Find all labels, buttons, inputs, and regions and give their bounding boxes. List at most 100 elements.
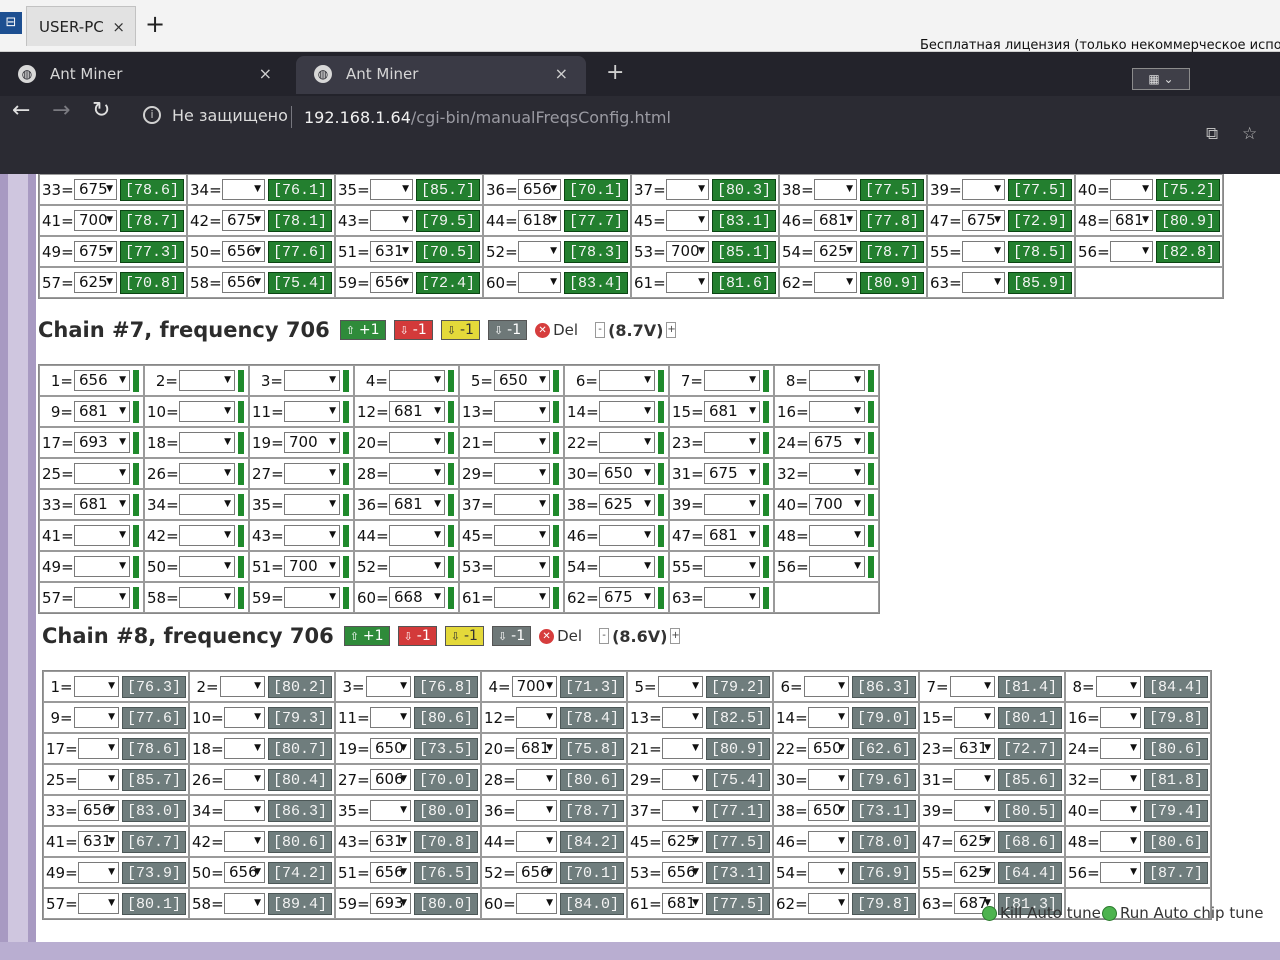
chip-frequency-select[interactable]: 675: [74, 179, 117, 200]
chain-7-voltage-increase[interactable]: +: [666, 322, 677, 338]
chip-frequency-select[interactable]: [1100, 862, 1141, 883]
chip-frequency-select[interactable]: 656: [516, 862, 557, 883]
chip-frequency-select[interactable]: [78, 893, 119, 914]
chip-frequency-select[interactable]: 675: [222, 210, 265, 231]
chip-frequency-select[interactable]: 656: [222, 272, 265, 293]
chain-7-delete-button[interactable]: ✕ Del: [535, 321, 578, 339]
chip-frequency-select[interactable]: 700: [74, 210, 117, 231]
tab-2-close-icon[interactable]: ×: [555, 56, 568, 92]
chip-frequency-select[interactable]: 650: [494, 370, 550, 391]
translate-icon[interactable]: ⧉: [1206, 124, 1218, 144]
chip-frequency-select[interactable]: 656: [224, 862, 265, 883]
chip-frequency-select[interactable]: [809, 463, 865, 484]
chip-frequency-select[interactable]: [179, 432, 235, 453]
chip-frequency-select[interactable]: [494, 463, 550, 484]
chip-frequency-select[interactable]: [666, 272, 709, 293]
chip-frequency-select[interactable]: [704, 587, 760, 608]
chip-frequency-select[interactable]: 606: [370, 769, 411, 790]
chip-frequency-select[interactable]: [599, 370, 655, 391]
chip-frequency-select[interactable]: 681: [389, 494, 445, 515]
chip-frequency-select[interactable]: 681: [74, 494, 130, 515]
chip-frequency-select[interactable]: 681: [389, 401, 445, 422]
chip-frequency-select[interactable]: [516, 707, 557, 728]
chain-8-yellow-down-button[interactable]: ⇩ -1: [444, 626, 484, 646]
chip-frequency-select[interactable]: [704, 370, 760, 391]
chain-7-up-button[interactable]: ⇧ +1: [339, 320, 386, 340]
chip-frequency-select[interactable]: 681: [704, 525, 760, 546]
chip-frequency-select[interactable]: 693: [370, 893, 411, 914]
chip-frequency-select[interactable]: [516, 800, 557, 821]
chip-frequency-select[interactable]: [179, 370, 235, 391]
chip-frequency-select[interactable]: [284, 463, 340, 484]
chain-8-down-button[interactable]: ⇩ -1: [397, 626, 437, 646]
remote-session-tab[interactable]: USER-PC ×: [26, 6, 136, 46]
chip-frequency-select[interactable]: [962, 179, 1005, 200]
chip-frequency-select[interactable]: 625: [954, 862, 995, 883]
chip-frequency-select[interactable]: [809, 401, 865, 422]
chip-frequency-select[interactable]: 625: [662, 831, 703, 852]
chip-frequency-select[interactable]: [284, 370, 340, 391]
chip-frequency-select[interactable]: [219, 676, 265, 697]
chip-frequency-select[interactable]: [809, 370, 865, 391]
chip-frequency-select[interactable]: [518, 241, 561, 262]
chip-frequency-select[interactable]: 700: [511, 676, 557, 697]
chip-frequency-select[interactable]: 681: [74, 401, 130, 422]
reload-icon[interactable]: ↻: [92, 98, 110, 123]
chip-frequency-select[interactable]: 675: [704, 463, 760, 484]
star-icon[interactable]: ☆: [1242, 124, 1257, 144]
chip-frequency-select[interactable]: [179, 587, 235, 608]
chip-frequency-select[interactable]: 618: [518, 210, 561, 231]
chip-frequency-select[interactable]: [516, 769, 557, 790]
chip-frequency-select[interactable]: [809, 525, 865, 546]
chip-frequency-select[interactable]: [516, 831, 557, 852]
chip-frequency-select[interactable]: [224, 707, 265, 728]
chip-frequency-select[interactable]: 700: [284, 556, 340, 577]
chip-frequency-select[interactable]: [954, 769, 995, 790]
chip-frequency-select[interactable]: 650: [599, 463, 655, 484]
chain-7-down-button[interactable]: ⇩ -1: [393, 320, 433, 340]
chip-frequency-select[interactable]: 675: [962, 210, 1005, 231]
chip-frequency-select[interactable]: 631: [78, 831, 119, 852]
chip-frequency-select[interactable]: [494, 587, 550, 608]
chip-frequency-select[interactable]: [809, 556, 865, 577]
chip-frequency-select[interactable]: [389, 432, 445, 453]
window-menu-icon[interactable]: ▦ ⌄: [1132, 68, 1190, 90]
chip-frequency-select[interactable]: [516, 893, 557, 914]
chip-frequency-select[interactable]: [518, 272, 561, 293]
browser-tab-2[interactable]: ◍ Ant Miner ×: [296, 56, 586, 94]
chip-frequency-select[interactable]: 700: [666, 241, 709, 262]
chip-frequency-select[interactable]: 656: [222, 241, 265, 262]
chip-frequency-select[interactable]: [808, 707, 849, 728]
chip-frequency-select[interactable]: [284, 401, 340, 422]
chip-frequency-select[interactable]: [962, 272, 1005, 293]
chip-frequency-select[interactable]: [599, 525, 655, 546]
chip-frequency-select[interactable]: 631: [370, 241, 413, 262]
chip-frequency-select[interactable]: [704, 556, 760, 577]
chip-frequency-select[interactable]: [814, 272, 857, 293]
back-icon[interactable]: ←: [12, 98, 30, 123]
chip-frequency-select[interactable]: [74, 556, 130, 577]
chip-frequency-select[interactable]: [657, 676, 703, 697]
chip-frequency-select[interactable]: [662, 800, 703, 821]
chip-frequency-select[interactable]: 681: [704, 401, 760, 422]
chip-frequency-select[interactable]: [662, 738, 703, 759]
chip-frequency-select[interactable]: [179, 494, 235, 515]
chip-frequency-select[interactable]: 681: [814, 210, 857, 231]
chain-7-voltage-decrease[interactable]: -: [595, 322, 606, 338]
chip-frequency-select[interactable]: [954, 800, 995, 821]
chip-frequency-select[interactable]: [949, 676, 995, 697]
chip-frequency-select[interactable]: [666, 179, 709, 200]
chip-frequency-select[interactable]: [224, 831, 265, 852]
chip-frequency-select[interactable]: [494, 525, 550, 546]
chip-frequency-select[interactable]: [74, 525, 130, 546]
chip-frequency-select[interactable]: [389, 525, 445, 546]
chip-frequency-select[interactable]: [389, 463, 445, 484]
chip-frequency-select[interactable]: 681: [662, 893, 703, 914]
chip-frequency-select[interactable]: [1100, 769, 1141, 790]
remote-app-icon[interactable]: ⊟: [0, 12, 22, 34]
chip-frequency-select[interactable]: 625: [74, 272, 117, 293]
chip-frequency-select[interactable]: [808, 769, 849, 790]
chip-frequency-select[interactable]: [1110, 179, 1153, 200]
chip-frequency-select[interactable]: [284, 494, 340, 515]
chip-frequency-select[interactable]: [808, 893, 849, 914]
